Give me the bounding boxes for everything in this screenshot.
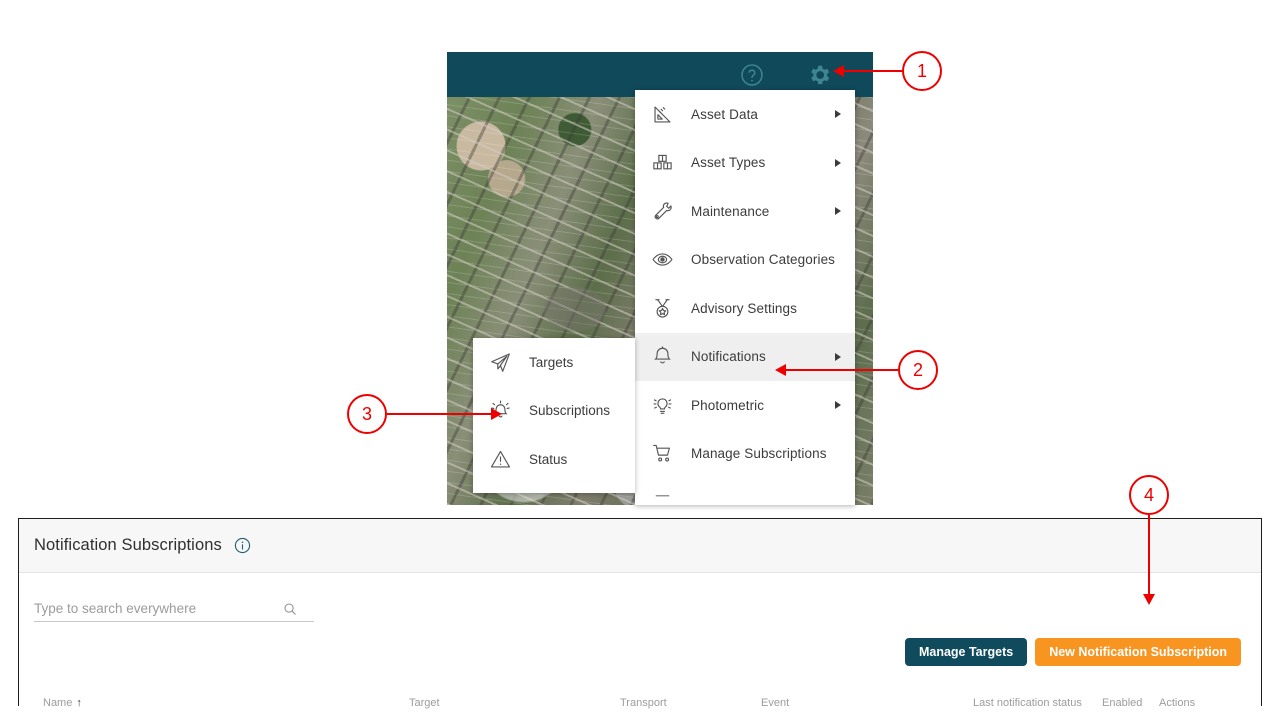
menu-item-clipped[interactable] — [635, 478, 855, 505]
manage-targets-button[interactable]: Manage Targets — [905, 638, 1027, 666]
menu-item-label: Asset Data — [691, 107, 758, 122]
help-circle-icon[interactable] — [739, 62, 765, 88]
column-header-transport[interactable]: Transport — [620, 697, 667, 709]
chevron-right-icon — [835, 159, 841, 167]
chevron-right-icon — [835, 353, 841, 361]
chevron-right-icon — [835, 110, 841, 118]
annotation-arrow-3 — [491, 408, 502, 420]
column-header-name[interactable]: Name↑ — [43, 697, 82, 709]
menu-item-notifications[interactable]: Notifications — [635, 333, 855, 382]
annotation-marker-3: 3 — [347, 394, 387, 434]
screenshot-stage: Asset Data Asset Types — [0, 0, 1280, 720]
menu-item-advisory-settings[interactable]: Advisory Settings — [635, 284, 855, 333]
menu-item-label: Maintenance — [691, 204, 769, 219]
info-circle-icon[interactable] — [234, 537, 251, 554]
partial-icon — [649, 489, 675, 505]
column-header-event[interactable]: Event — [761, 697, 789, 709]
eye-icon — [649, 247, 675, 273]
submenu-item-label: Status — [529, 452, 567, 467]
panel-body: Manage Targets New Notification Subscrip… — [19, 573, 1261, 706]
menu-item-maintenance[interactable]: Maintenance — [635, 187, 855, 236]
medal-icon — [649, 295, 675, 321]
annotation-arrow-2 — [775, 364, 786, 376]
search-field[interactable] — [34, 596, 314, 622]
menu-item-label: Advisory Settings — [691, 301, 797, 316]
shopping-cart-icon — [649, 441, 675, 467]
chevron-right-icon — [835, 207, 841, 215]
notification-subscriptions-panel: Notification Subscriptions — [18, 518, 1262, 706]
annotation-marker-1: 1 — [902, 51, 942, 91]
lightbulb-icon — [649, 392, 675, 418]
bell-icon — [649, 344, 675, 370]
annotation-line-2 — [785, 369, 898, 372]
search-input[interactable] — [34, 601, 279, 616]
submenu-item-label: Targets — [529, 355, 573, 370]
menu-item-manage-subscriptions[interactable]: Manage Subscriptions — [635, 430, 855, 479]
menu-item-asset-data[interactable]: Asset Data — [635, 90, 855, 139]
menu-item-label: Photometric — [691, 398, 764, 413]
annotation-line-1 — [843, 70, 902, 73]
menu-item-label: Notifications — [691, 349, 766, 364]
column-header-enabled[interactable]: Enabled — [1102, 697, 1142, 709]
menu-item-label: Observation Categories — [691, 252, 835, 267]
menu-item-photometric[interactable]: Photometric — [635, 381, 855, 430]
menu-item-label: Manage Subscriptions — [691, 446, 827, 461]
table-column-headers: Name↑ Target Transport Event Last notifi… — [19, 697, 1261, 698]
submenu-item-label: Subscriptions — [529, 403, 610, 418]
new-notification-subscription-button[interactable]: New Notification Subscription — [1035, 638, 1241, 666]
settings-dropdown-menu: Asset Data Asset Types — [635, 90, 855, 505]
submenu-item-status[interactable]: Status — [473, 435, 635, 484]
warning-triangle-icon — [487, 446, 513, 472]
paper-plane-icon — [487, 349, 513, 375]
search-icon[interactable] — [283, 602, 297, 616]
menu-item-label: Asset Types — [691, 155, 765, 170]
chevron-right-icon — [835, 401, 841, 409]
annotation-arrow-4 — [1143, 594, 1155, 605]
column-header-actions[interactable]: Actions — [1159, 697, 1195, 709]
wrench-icon — [649, 198, 675, 224]
ruler-triangle-icon — [649, 101, 675, 127]
column-header-last-notification-status[interactable]: Last notification status — [973, 697, 1082, 709]
annotation-marker-4: 4 — [1129, 475, 1169, 515]
annotation-arrow-1 — [833, 65, 844, 77]
column-header-target[interactable]: Target — [409, 697, 440, 709]
boxes-icon — [649, 150, 675, 176]
page-title: Notification Subscriptions — [34, 536, 222, 555]
annotation-line-4 — [1148, 515, 1151, 594]
menu-item-observation-categories[interactable]: Observation Categories — [635, 236, 855, 285]
annotation-marker-2: 2 — [898, 350, 938, 390]
annotation-line-3 — [387, 413, 491, 416]
submenu-item-targets[interactable]: Targets — [473, 338, 635, 387]
panel-action-buttons: Manage Targets New Notification Subscrip… — [905, 638, 1241, 666]
menu-item-asset-types[interactable]: Asset Types — [635, 139, 855, 188]
sort-ascending-icon: ↑ — [76, 697, 82, 709]
gear-icon[interactable] — [806, 62, 832, 88]
panel-title-bar: Notification Subscriptions — [19, 519, 1261, 573]
